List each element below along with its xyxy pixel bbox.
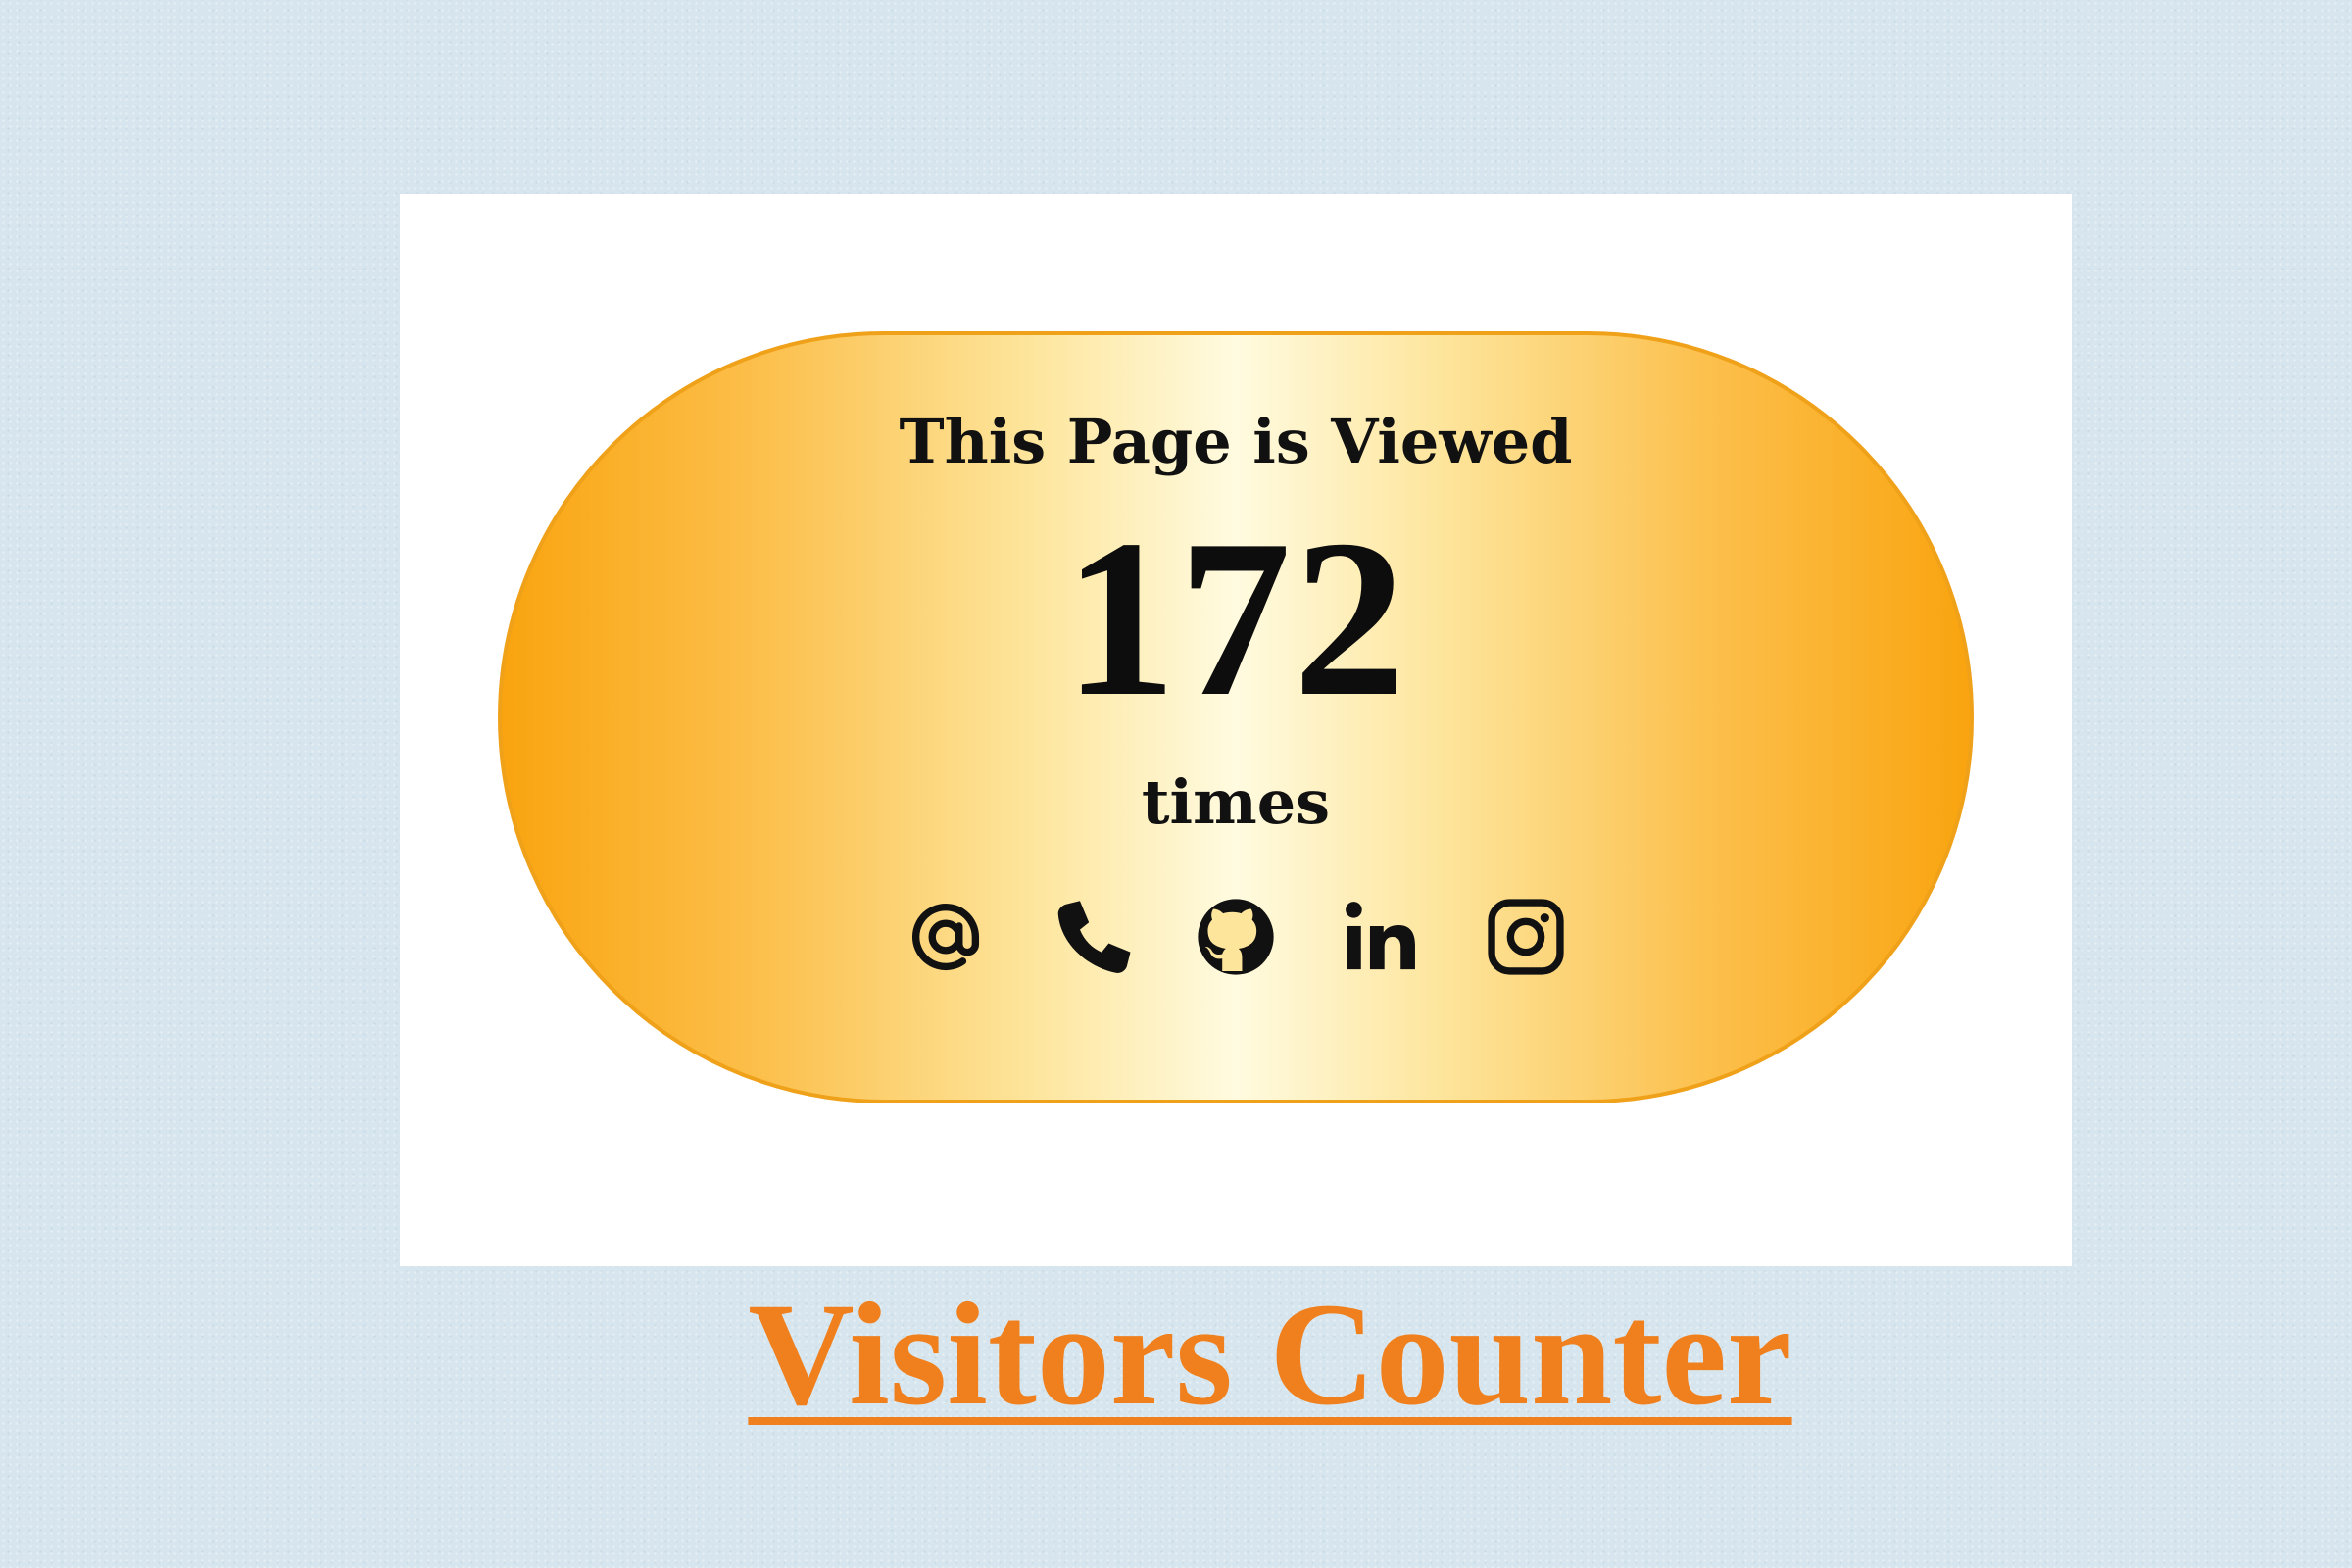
counter-card: This Page is Viewed 172 times <box>400 194 2072 1266</box>
social-icons <box>901 892 1571 982</box>
at-icon[interactable] <box>901 892 991 982</box>
github-icon[interactable] <box>1191 892 1281 982</box>
visitor-counter-badge: This Page is Viewed 172 times <box>498 331 1974 1103</box>
instagram-icon[interactable] <box>1481 892 1571 982</box>
phone-icon[interactable] <box>1046 892 1136 982</box>
counter-suffix: times <box>1141 766 1331 838</box>
counter-heading: This Page is Viewed <box>899 406 1573 477</box>
page-title: Visitors Counter <box>748 1273 1792 1436</box>
view-count: 172 <box>1063 493 1408 743</box>
linkedin-icon[interactable] <box>1336 892 1426 982</box>
